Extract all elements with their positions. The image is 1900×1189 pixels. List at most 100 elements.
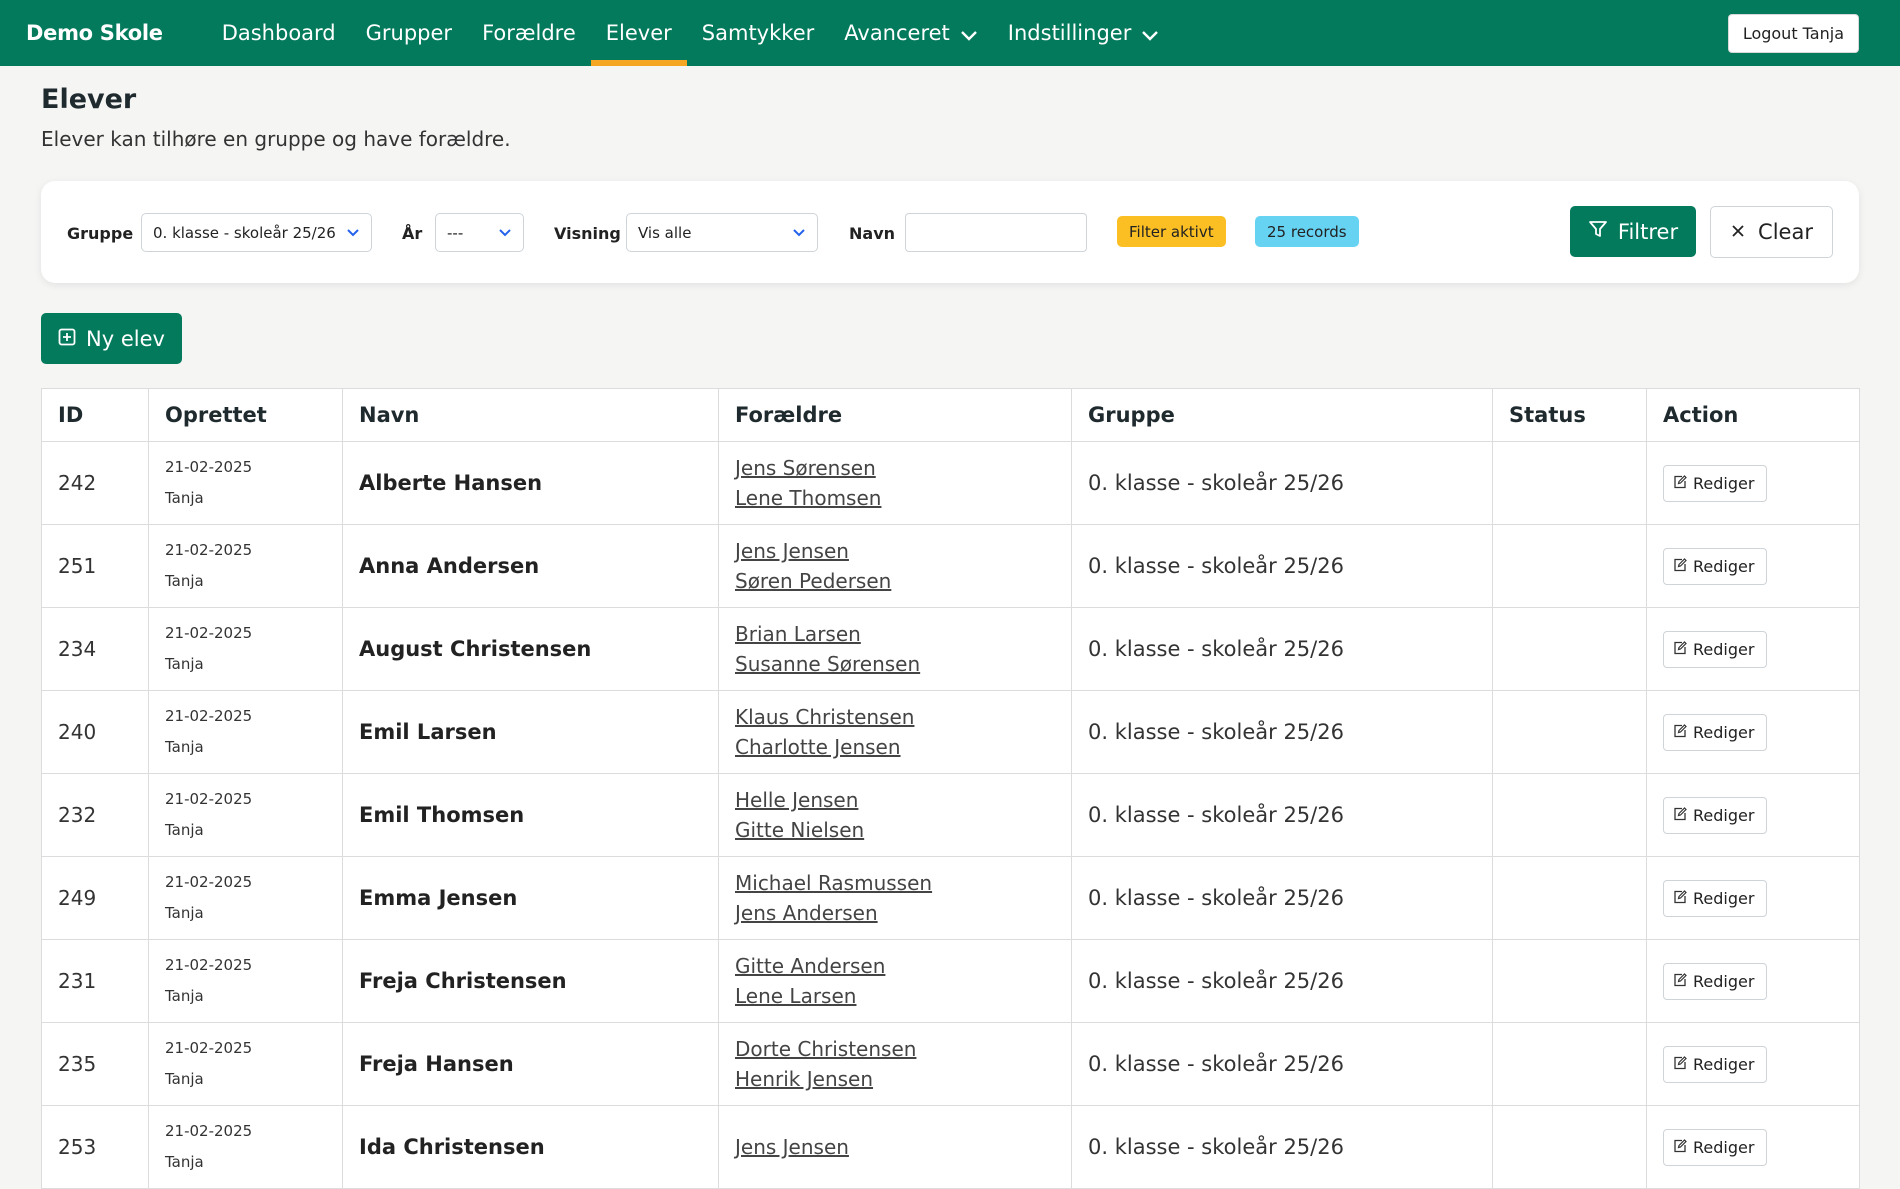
cell-status bbox=[1492, 773, 1647, 857]
nav-item-avanceret[interactable]: Avanceret bbox=[829, 0, 993, 66]
edit-button-label: Rediger bbox=[1693, 805, 1755, 825]
logout-button[interactable]: Logout Tanja bbox=[1727, 14, 1859, 53]
created-by: Tanja bbox=[165, 904, 204, 922]
created-date: 21-02-2025 bbox=[165, 624, 253, 642]
parent-link[interactable]: Charlotte Jensen bbox=[735, 732, 1071, 762]
edit-button-label: Rediger bbox=[1693, 722, 1755, 742]
edit-button[interactable]: Rediger bbox=[1663, 962, 1768, 1000]
cell-created: 21-02-2025 Tanja bbox=[148, 607, 343, 691]
created-by: Tanja bbox=[165, 987, 204, 1005]
cell-parents: Brian Larsen Susanne Sørensen bbox=[718, 607, 1072, 691]
parent-link[interactable]: Lene Thomsen bbox=[735, 483, 1071, 513]
parent-link[interactable]: Michael Rasmussen bbox=[735, 868, 1071, 898]
created-date: 21-02-2025 bbox=[165, 956, 253, 974]
parent-link[interactable]: Gitte Nielsen bbox=[735, 815, 1071, 845]
edit-button[interactable]: Rediger bbox=[1663, 464, 1768, 502]
clear-button[interactable]: Clear bbox=[1710, 206, 1833, 258]
parent-link[interactable]: Helle Jensen bbox=[735, 785, 1071, 815]
cell-action: Rediger bbox=[1646, 607, 1860, 691]
parent-link[interactable]: Jens Andersen bbox=[735, 898, 1071, 928]
nav-item-indstillinger[interactable]: Indstillinger bbox=[993, 0, 1175, 66]
table-row: 232 21-02-2025 Tanja Emil Thomsen Helle Jens… bbox=[41, 773, 1860, 857]
view-select-value: Vis alle bbox=[638, 223, 692, 242]
created-by: Tanja bbox=[165, 1070, 204, 1088]
created-date: 21-02-2025 bbox=[165, 707, 253, 725]
nav-item-grupper[interactable]: Grupper bbox=[351, 0, 467, 66]
group-select-value: 0. klasse - skoleår 25/26 bbox=[153, 223, 336, 242]
brand-logo[interactable]: Demo Skole bbox=[26, 21, 163, 45]
cell-student-name: Anna Andersen bbox=[342, 524, 719, 608]
cell-action: Rediger bbox=[1646, 773, 1860, 857]
parent-link[interactable]: Klaus Christensen bbox=[735, 702, 1071, 732]
clear-button-label: Clear bbox=[1758, 220, 1813, 244]
column-header-created[interactable]: Oprettet bbox=[148, 388, 343, 442]
column-header-id[interactable]: ID bbox=[41, 388, 149, 442]
parent-link[interactable]: Dorte Christensen bbox=[735, 1034, 1071, 1064]
column-header-status[interactable]: Status bbox=[1492, 388, 1647, 442]
edit-button[interactable]: Rediger bbox=[1663, 630, 1768, 668]
created-by: Tanja bbox=[165, 489, 204, 507]
cell-student-name: Alberte Hansen bbox=[342, 441, 719, 525]
parent-link[interactable]: Henrik Jensen bbox=[735, 1064, 1071, 1094]
edit-button-label: Rediger bbox=[1693, 1137, 1755, 1157]
cell-id: 253 bbox=[41, 1105, 149, 1189]
cell-status bbox=[1492, 856, 1647, 940]
year-select[interactable]: --- bbox=[435, 213, 524, 252]
view-select[interactable]: Vis alle bbox=[626, 213, 818, 252]
edit-icon bbox=[1673, 889, 1687, 908]
name-search-input[interactable] bbox=[905, 213, 1087, 252]
nav-item-indstillinger-label: Indstillinger bbox=[1007, 21, 1132, 45]
students-table-wrapper: ID Oprettet Navn Forældre Gruppe Status … bbox=[41, 388, 1860, 1189]
nav-item-foraeldre[interactable]: Forældre bbox=[467, 0, 591, 66]
cell-status bbox=[1492, 939, 1647, 1023]
nav-item-elever[interactable]: Elever bbox=[590, 0, 687, 66]
parent-link[interactable]: Jens Jensen bbox=[735, 1132, 1071, 1162]
cell-id: 249 bbox=[41, 856, 149, 940]
edit-button[interactable]: Rediger bbox=[1663, 796, 1768, 834]
edit-icon bbox=[1673, 474, 1687, 493]
parent-link[interactable]: Jens Jensen bbox=[735, 536, 1071, 566]
edit-button-label: Rediger bbox=[1693, 473, 1755, 493]
parent-link[interactable]: Lene Larsen bbox=[735, 981, 1071, 1011]
cell-created: 21-02-2025 Tanja bbox=[148, 773, 343, 857]
edit-button[interactable]: Rediger bbox=[1663, 1128, 1768, 1166]
parent-link[interactable]: Gitte Andersen bbox=[735, 951, 1071, 981]
edit-button[interactable]: Rediger bbox=[1663, 879, 1768, 917]
edit-button[interactable]: Rediger bbox=[1663, 713, 1768, 751]
edit-icon bbox=[1673, 640, 1687, 659]
parent-link[interactable]: Brian Larsen bbox=[735, 619, 1071, 649]
created-date: 21-02-2025 bbox=[165, 541, 253, 559]
cell-status bbox=[1492, 1022, 1647, 1106]
column-header-group[interactable]: Gruppe bbox=[1071, 388, 1493, 442]
edit-button[interactable]: Rediger bbox=[1663, 547, 1768, 585]
edit-button-label: Rediger bbox=[1693, 1054, 1755, 1074]
page-header: Elever Elever kan tilhøre en gruppe og h… bbox=[0, 66, 1900, 152]
column-header-parents[interactable]: Forældre bbox=[718, 388, 1072, 442]
filter-button[interactable]: Filtrer bbox=[1570, 206, 1696, 257]
cell-student-name: Freja Christensen bbox=[342, 939, 719, 1023]
parent-link[interactable]: Søren Pedersen bbox=[735, 566, 1071, 596]
plus-square-icon bbox=[58, 327, 76, 351]
column-header-action: Action bbox=[1646, 388, 1860, 442]
parent-link[interactable]: Susanne Sørensen bbox=[735, 649, 1071, 679]
created-date: 21-02-2025 bbox=[165, 458, 253, 476]
page-subtitle: Elever kan tilhøre en gruppe og have for… bbox=[41, 127, 511, 151]
table-row: 242 21-02-2025 Tanja Alberte Hansen Jens Sør… bbox=[41, 441, 1860, 525]
cell-group: 0. klasse - skoleår 25/26 bbox=[1071, 441, 1493, 525]
edit-button[interactable]: Rediger bbox=[1663, 1045, 1768, 1083]
new-student-button[interactable]: Ny elev bbox=[41, 313, 182, 364]
cell-student-name: Freja Hansen bbox=[342, 1022, 719, 1106]
nav-item-dashboard[interactable]: Dashboard bbox=[207, 0, 351, 66]
cell-id: 231 bbox=[41, 939, 149, 1023]
group-select[interactable]: 0. klasse - skoleår 25/26 bbox=[141, 213, 372, 252]
parent-link[interactable]: Jens Sørensen bbox=[735, 453, 1071, 483]
chevron-down-icon bbox=[346, 224, 360, 242]
nav-item-samtykker[interactable]: Samtykker bbox=[687, 0, 829, 66]
cell-id: 232 bbox=[41, 773, 149, 857]
edit-icon bbox=[1673, 723, 1687, 742]
column-header-name[interactable]: Navn bbox=[342, 388, 719, 442]
created-date: 21-02-2025 bbox=[165, 1039, 253, 1057]
cell-group: 0. klasse - skoleår 25/26 bbox=[1071, 607, 1493, 691]
cell-group: 0. klasse - skoleår 25/26 bbox=[1071, 1105, 1493, 1189]
table-row: 249 21-02-2025 Tanja Emma Jensen Michael Ras… bbox=[41, 856, 1860, 940]
